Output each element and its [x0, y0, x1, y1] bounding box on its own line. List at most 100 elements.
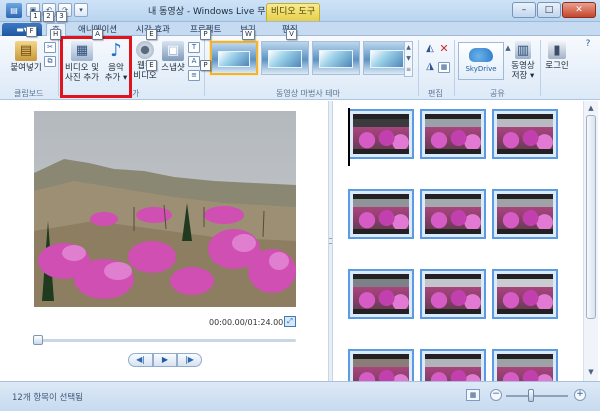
clip-thumbnail	[425, 354, 481, 381]
sign-in-button[interactable]: ▮ 로그인	[544, 41, 570, 71]
group-separator	[418, 40, 419, 96]
keytip-animation: A	[92, 29, 103, 40]
video-tools-context-tab: 비디오 도구	[266, 3, 320, 21]
clip-thumbnail	[353, 194, 409, 234]
storyboard-clip[interactable]	[492, 189, 558, 239]
title-icon[interactable]: A	[188, 56, 200, 67]
credits-icon[interactable]: ≡	[188, 70, 200, 81]
landscape-frame	[34, 111, 296, 307]
paste-button[interactable]: ▤ 붙여넣기	[8, 41, 44, 73]
keytip-webcam: E	[146, 60, 157, 71]
clip-thumbnail	[497, 274, 553, 314]
rotate-right-icon[interactable]: ◮	[424, 62, 436, 73]
snapshot-button[interactable]: ▣ 스냅샷	[160, 41, 186, 73]
keytip-project-2: P	[200, 60, 211, 71]
skydrive-label: SkyDrive	[465, 65, 497, 73]
save-movie-button[interactable]: ▥ 동영상 저장 ▾	[510, 41, 536, 81]
save-movie-label-2: 저장 ▾	[511, 71, 535, 81]
select-all-icon[interactable]: ▦	[438, 62, 450, 73]
save-movie-icon: ▥	[515, 41, 531, 59]
close-button[interactable]: ✕	[562, 2, 596, 18]
clip-thumbnail	[425, 274, 481, 314]
scroll-thumb[interactable]	[586, 115, 596, 319]
app-menu-icon[interactable]: ▤	[6, 3, 22, 18]
zoom-slider-thumb[interactable]	[527, 389, 534, 402]
skydrive-button[interactable]: SkyDrive	[458, 42, 504, 80]
next-frame-button[interactable]: |▶	[177, 353, 202, 367]
seek-bar[interactable]	[34, 339, 296, 342]
zoom-out-button[interactable]: −	[490, 389, 502, 401]
add-group-label: 가	[132, 89, 140, 98]
clip-thumbnail	[497, 354, 553, 381]
storyboard-clip[interactable]	[348, 189, 414, 239]
keytip-qat-3: 3	[56, 11, 67, 22]
window-controls: – □ ✕	[512, 2, 596, 18]
storyboard-clip[interactable]	[420, 109, 486, 159]
storyboard-clip[interactable]	[420, 349, 486, 381]
theme-thumbnail[interactable]	[312, 41, 360, 75]
storyboard-clip[interactable]	[348, 349, 414, 381]
storyboard-clip[interactable]	[492, 109, 558, 159]
group-separator	[58, 40, 59, 96]
caption-icon[interactable]: T	[188, 42, 200, 53]
clip-thumbnail	[497, 194, 553, 234]
rotate-left-icon[interactable]: ◭	[424, 44, 436, 55]
play-button[interactable]: ▶	[153, 353, 177, 367]
ribbon-tabs: ▬▾ 홈 애니메이션 시각 효과 프로젝트 보기 편집	[0, 22, 600, 36]
help-icon[interactable]: ?	[582, 40, 594, 51]
scroll-down-icon[interactable]: ▼	[586, 367, 596, 377]
fullscreen-icon[interactable]: ⤢	[284, 316, 296, 327]
sign-in-label: 로그인	[545, 61, 569, 71]
splitter-grip	[329, 238, 332, 244]
video-preview[interactable]	[34, 111, 296, 307]
keytip-edit: V	[286, 29, 297, 40]
theme-thumbnail[interactable]	[261, 41, 309, 75]
keytip-view: W	[242, 29, 255, 40]
clip-thumbnail	[425, 194, 481, 234]
clip-thumbnail	[425, 114, 481, 154]
user-icon: ▮	[548, 41, 566, 59]
clip-thumbnail	[497, 114, 553, 154]
storyboard-clip[interactable]	[348, 109, 414, 159]
editing-group-label: 편집	[428, 89, 443, 98]
keytip-project: P	[200, 29, 211, 40]
themes-group-label: 동영상 마법사 테마	[276, 89, 340, 98]
scroll-up-icon[interactable]: ▲	[586, 103, 596, 113]
delete-icon[interactable]: ✕	[438, 43, 450, 55]
selection-status: 12개 항목이 선택됨	[12, 393, 83, 403]
maximize-button[interactable]: □	[537, 2, 561, 18]
keytip-qat-2: 2	[43, 11, 54, 22]
keytip-file: F	[26, 26, 37, 37]
copy-icon[interactable]: ⧉	[44, 56, 56, 67]
keytip-qat-1: 1	[30, 11, 41, 22]
cut-icon[interactable]: ✂	[44, 42, 56, 53]
minimize-button[interactable]: –	[512, 2, 536, 18]
previous-frame-button[interactable]: ◀|	[128, 353, 153, 367]
automovie-themes-gallery	[210, 41, 411, 75]
themes-scroll[interactable]: ▲ ▼ ≡	[404, 41, 413, 77]
zoom-slider-track[interactable]	[506, 395, 568, 397]
clipboard-group-label: 클립보드	[14, 89, 44, 98]
storyboard-clip[interactable]	[492, 269, 558, 319]
qat-dropdown-icon[interactable]: ▾	[74, 3, 88, 17]
storyboard	[334, 101, 583, 381]
storyboard-clip[interactable]	[348, 269, 414, 319]
keytip-home: H	[50, 29, 62, 40]
transport-controls: ◀| ▶ |▶	[128, 353, 202, 367]
storyboard-clip[interactable]	[492, 349, 558, 381]
share-group-label: 공유	[490, 89, 505, 98]
storyboard-scrollbar[interactable]: ▲ ▼	[583, 101, 598, 381]
theme-thumbnail[interactable]	[210, 41, 258, 75]
snapshot-label: 스냅샷	[161, 63, 185, 73]
storyboard-clip[interactable]	[420, 269, 486, 319]
paste-label: 붙여넣기	[10, 63, 42, 73]
playhead[interactable]	[348, 108, 350, 166]
zoom-in-button[interactable]: +	[574, 389, 586, 401]
storyboard-clip[interactable]	[420, 189, 486, 239]
group-separator	[454, 40, 455, 96]
seek-thumb[interactable]	[33, 335, 43, 345]
playback-time: 00:00.00/01:24.00	[209, 318, 284, 327]
thumbnail-view-icon[interactable]: ▦	[466, 389, 480, 401]
clipboard-icon: ▤	[15, 41, 37, 61]
clip-thumbnail	[353, 274, 409, 314]
